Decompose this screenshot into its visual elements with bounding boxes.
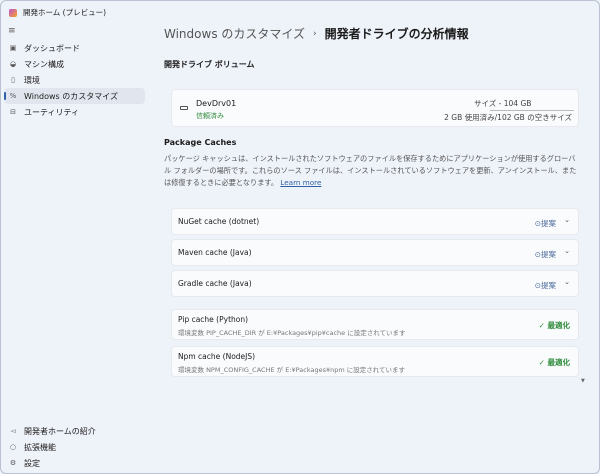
cache-name: Npm cache (NodeJS) [178, 352, 256, 361]
sidebar-item-environment[interactable]: ▯ 環境 [4, 72, 145, 88]
package-caches-heading: Package Caches [164, 138, 237, 147]
volume-card[interactable]: DevDrv01 信頼済み サイズ - 104 GB 2 GB 使用済み/102… [171, 89, 579, 127]
learn-more-link[interactable]: Learn more [280, 178, 321, 187]
gear-icon: ⚙ [9, 459, 17, 467]
cache-row-optimized: Pip cache (Python) 環境変数 PIP_CACHE_DIR が E… [171, 309, 579, 340]
sidebar-item-dashboard[interactable]: ▣ ダッシュボード [4, 40, 145, 56]
megaphone-icon: ◅ [10, 427, 16, 435]
cache-row-optimized: Npm cache (NodeJS) 環境変数 NPM_CONFIG_CACHE … [171, 346, 579, 377]
sidebar-item-utilities[interactable]: ⊟ ユーティリティ [4, 104, 145, 120]
sidebar-item-label: 環境 [24, 75, 40, 85]
usage-bar [490, 110, 574, 111]
cache-name: NuGet cache (dotnet) [178, 217, 260, 226]
cache-row[interactable]: Maven cache (Java) ⊙提案 ⌄ [171, 239, 579, 266]
machine-config-icon: ◒ [9, 60, 17, 68]
sidebar-item-label: マシン構成 [24, 59, 64, 69]
menu-icon[interactable]: ≡ [8, 26, 16, 36]
sidebar-item-machine-config[interactable]: ◒ マシン構成 [4, 56, 145, 72]
volume-status: 信頼済み [196, 112, 224, 120]
chevron-down-icon[interactable]: ⌄ [564, 216, 570, 224]
status-label: 提案 [541, 281, 556, 290]
cache-detail: 環境変数 NPM_CONFIG_CACHE が E:¥Packages¥npm … [178, 366, 406, 374]
title-bar: 開発ホーム (プレビュー) [9, 7, 106, 18]
status-label: 提案 [541, 219, 556, 228]
cache-detail: 環境変数 PIP_CACHE_DIR が E:¥Packages¥pip¥cac… [178, 329, 406, 337]
suggestion-status: ⊙提案 [534, 219, 556, 228]
cache-name: Gradle cache (Java) [178, 279, 252, 288]
breadcrumb-parent[interactable]: Windows のカスタマイズ [164, 25, 305, 42]
sidebar-item-windows-customize[interactable]: % Windows のカスタマイズ [4, 88, 145, 104]
optimized-status: ✓ 最適化 [538, 321, 571, 330]
dashboard-icon: ▣ [9, 44, 17, 52]
chevron-down-icon[interactable]: ⌄ [564, 247, 570, 255]
utilities-icon: ⊟ [10, 108, 16, 116]
app-window: 開発ホーム (プレビュー) ≡ ▣ ダッシュボード ◒ マシン構成 ▯ 環境 % Win… [0, 0, 600, 474]
sidebar-item-label: ユーティリティ [24, 107, 80, 117]
breadcrumb-separator: › [313, 28, 317, 39]
sidebar-item-settings[interactable]: ⚙ 設定 [4, 455, 145, 471]
chevron-down-icon[interactable]: ⌄ [564, 278, 570, 286]
volume-heading: 開発ドライブ ボリューム [164, 60, 255, 69]
status-label: 最適化 [547, 358, 571, 367]
volume-usage: 2 GB 使用済み/102 GB の空きサイズ [444, 113, 572, 122]
suggestion-status: ⊙提案 [534, 250, 556, 259]
customize-icon: % [9, 92, 17, 100]
volume-name: DevDrv01 [196, 99, 237, 108]
status-label: 提案 [541, 250, 556, 259]
drive-icon [180, 106, 188, 110]
environment-icon: ▯ [11, 76, 15, 84]
extensions-icon: ○ [9, 443, 17, 451]
sidebar-item-label: 開発者ホームの紹介 [24, 426, 96, 436]
sidebar-item-extensions[interactable]: ○ 拡張機能 [4, 439, 145, 455]
cache-row[interactable]: NuGet cache (dotnet) ⊙提案 ⌄ [171, 208, 579, 235]
sidebar-item-label: ダッシュボード [24, 43, 80, 53]
optimized-status: ✓ 最適化 [538, 358, 571, 367]
description-text: パッケージ キャッシュは、インストールされたソフトウェアのファイルを保存するため… [164, 154, 577, 187]
volume-size: サイズ - 104 GB [474, 99, 532, 108]
sidebar-nav: ▣ ダッシュボード ◒ マシン構成 ▯ 環境 % Windows のカスタマイズ ⊟ ユー… [4, 40, 145, 120]
status-label: 最適化 [547, 321, 571, 330]
window-title: 開発ホーム (プレビュー) [23, 8, 107, 17]
sidebar-footer: ◅ 開発者ホームの紹介 ○ 拡張機能 ⚙ 設定 [4, 423, 145, 471]
page-title: 開発者ドライブの分析情報 [324, 27, 469, 41]
cache-name: Pip cache (Python) [178, 315, 249, 324]
sidebar-item-label: 設定 [24, 458, 40, 468]
cache-name: Maven cache (Java) [178, 248, 252, 257]
sidebar-item-label: Windows のカスタマイズ [24, 91, 119, 101]
package-caches-description: パッケージ キャッシュは、インストールされたソフトウェアのファイルを保存するため… [164, 153, 582, 189]
sidebar-item-label: 拡張機能 [24, 442, 56, 452]
app-icon [9, 8, 17, 17]
sidebar-item-intro[interactable]: ◅ 開発者ホームの紹介 [4, 423, 145, 439]
scroll-down-arrow[interactable]: ▼ [581, 378, 585, 384]
free-space: 102 GB の空きサイズ [497, 113, 572, 122]
suggestion-status: ⊙提案 [534, 281, 556, 290]
used-space: 2 GB 使用済み [444, 113, 495, 122]
cache-row[interactable]: Gradle cache (Java) ⊙提案 ⌄ [171, 270, 579, 297]
breadcrumb: Windows のカスタマイズ › 開発者ドライブの分析情報 [164, 25, 469, 42]
